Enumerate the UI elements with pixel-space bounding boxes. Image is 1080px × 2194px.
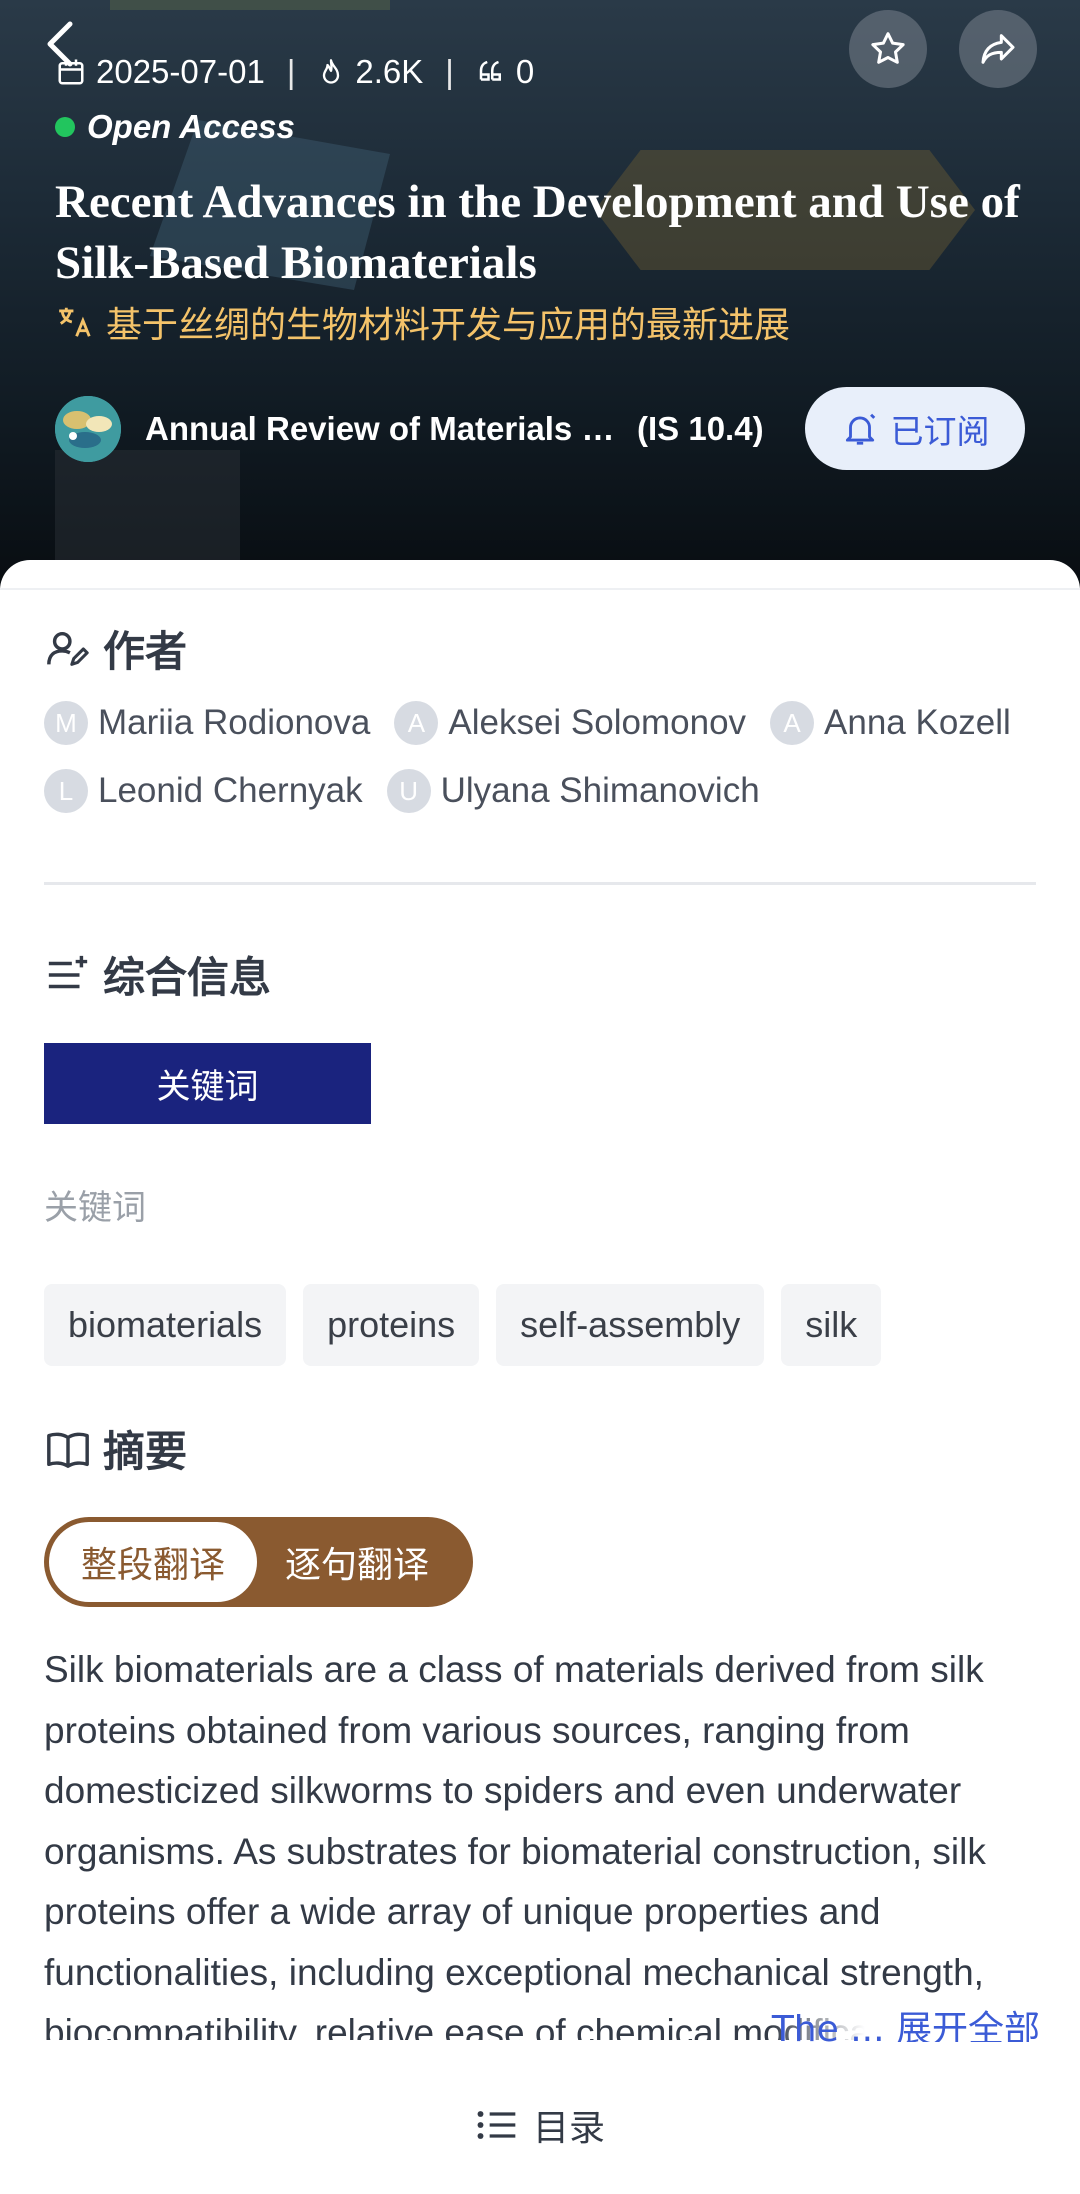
author-name[interactable]: Anna Kozell bbox=[824, 703, 1011, 743]
journal-name[interactable]: Annual Review of Materials Research bbox=[145, 410, 625, 448]
author-initial: L bbox=[44, 769, 88, 813]
meta-separator: | bbox=[286, 53, 296, 90]
meta-separator: | bbox=[445, 53, 454, 90]
quote-icon bbox=[479, 60, 501, 81]
author-icon bbox=[47, 631, 89, 666]
expand-all-link[interactable]: The ... 展开全部 bbox=[770, 2000, 1040, 2042]
article-meta: 2025-07-01 | 2.6K | 0 bbox=[56, 48, 534, 96]
translation-mode-toggle[interactable]: 整段翻译 逐句翻译 bbox=[44, 1517, 473, 1607]
list-plus-icon bbox=[48, 955, 88, 988]
keyword-chip[interactable]: biomaterials bbox=[44, 1284, 287, 1366]
calendar-icon bbox=[58, 59, 84, 85]
subscribe-label: 已订阅 bbox=[890, 411, 990, 451]
author-initial: A bbox=[770, 701, 815, 745]
author-name[interactable]: Ulyana Shimanovich bbox=[441, 771, 760, 811]
author-item[interactable]: A Anna Kozell bbox=[770, 700, 1011, 746]
authors-title: 作者 bbox=[103, 627, 188, 676]
author-item[interactable]: U Ulyana Shimanovich bbox=[386, 768, 760, 814]
table-of-contents-button[interactable]: 目录 bbox=[0, 2056, 1080, 2194]
author-name[interactable]: Leonid Chernyak bbox=[98, 771, 363, 811]
author-list: M Mariia Rodionova A Aleksei Solomonov A… bbox=[44, 700, 1054, 814]
divider bbox=[0, 588, 1080, 590]
author-initial: A bbox=[394, 701, 439, 745]
article-content: 作者 M Mariia Rodionova A Aleksei Solomono… bbox=[0, 560, 1080, 2194]
author-name[interactable]: Mariia Rodionova bbox=[98, 703, 370, 743]
hero-background-shape bbox=[55, 450, 240, 570]
abstract-heading: 摘要 bbox=[45, 1418, 187, 1479]
keyword-chip[interactable]: self-assembly bbox=[496, 1284, 765, 1366]
share-icon bbox=[981, 34, 1015, 64]
open-access-badge: Open Access bbox=[55, 108, 295, 146]
open-access-label: Open Access bbox=[87, 108, 295, 145]
bell-icon bbox=[845, 413, 875, 445]
book-icon bbox=[47, 1432, 89, 1468]
toggle-sentence-translation[interactable]: 逐句翻译 bbox=[257, 1522, 457, 1602]
translated-title-text: 基于丝绸的生物材料开发与应用的最新进展 bbox=[106, 305, 791, 346]
status-dot-icon bbox=[55, 117, 75, 137]
citation-count: 0 bbox=[515, 53, 535, 90]
toc-label: 目录 bbox=[532, 2108, 605, 2149]
keywords-label: 关键词 bbox=[44, 1188, 146, 1228]
publish-date: 2025-07-01 bbox=[96, 53, 265, 90]
tab-keywords[interactable]: 关键词 bbox=[44, 1043, 371, 1124]
share-button[interactable] bbox=[959, 10, 1037, 88]
journal-info[interactable]: Annual Review of Materials Research (IS … bbox=[55, 396, 764, 462]
info-title: 综合信息 bbox=[103, 953, 272, 1002]
author-item[interactable]: L Leonid Chernyak bbox=[44, 768, 363, 814]
author-name[interactable]: Aleksei Solomonov bbox=[448, 703, 746, 743]
hero-background-shape bbox=[110, 0, 390, 10]
view-count: 2.6K bbox=[355, 53, 424, 90]
section-divider bbox=[44, 882, 1036, 885]
translate-icon bbox=[59, 307, 91, 337]
article-title: Recent Advances in the Development and U… bbox=[55, 176, 1020, 289]
author-initial: U bbox=[386, 769, 431, 813]
abstract-title: 摘要 bbox=[103, 1427, 188, 1476]
toggle-paragraph-translation[interactable]: 整段翻译 bbox=[49, 1522, 257, 1602]
keyword-chip[interactable]: silk bbox=[781, 1284, 882, 1366]
keyword-chip[interactable]: proteins bbox=[303, 1284, 480, 1366]
authors-heading: 作者 bbox=[45, 618, 187, 679]
info-heading: 综合信息 bbox=[45, 944, 271, 1005]
translated-title: 基于丝绸的生物材料开发与应用的最新进展 bbox=[56, 296, 790, 348]
article-hero: 2025-07-01 | 2.6K | 0 Open Access Recent… bbox=[0, 0, 1080, 600]
author-item[interactable]: A Aleksei Solomonov bbox=[394, 700, 746, 746]
impact-factor: (IS 10.4) bbox=[637, 410, 764, 447]
list-icon bbox=[477, 2111, 516, 2139]
favorite-button[interactable] bbox=[849, 10, 927, 88]
flame-icon bbox=[323, 59, 340, 84]
abstract-text: Silk biomaterials are a class of materia… bbox=[44, 1649, 1012, 2040]
subscribe-button[interactable]: 已订阅 bbox=[805, 387, 1025, 470]
journal-avatar bbox=[55, 396, 121, 462]
star-icon bbox=[871, 32, 905, 64]
keyword-list: biomaterials proteins self-assembly silk bbox=[44, 1284, 898, 1366]
author-initial: M bbox=[44, 701, 88, 745]
author-item[interactable]: M Mariia Rodionova bbox=[44, 700, 370, 746]
